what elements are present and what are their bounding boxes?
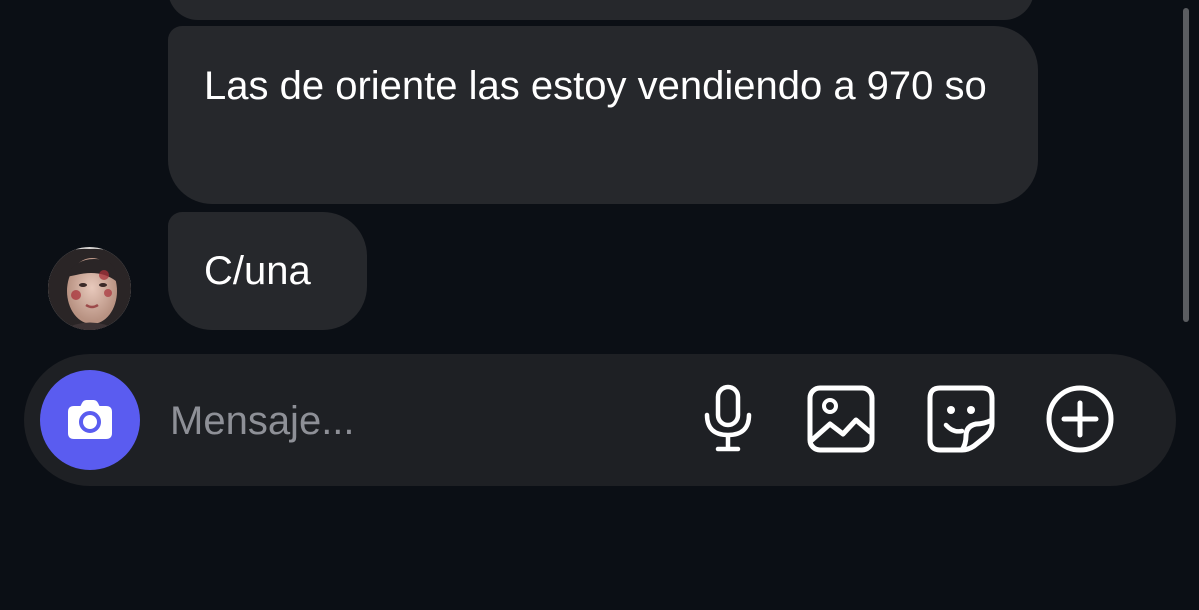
- camera-button[interactable]: [40, 370, 140, 470]
- message-text: Las de oriente las estoy vendiendo a 970…: [204, 64, 987, 108]
- gallery-button[interactable]: [806, 384, 876, 454]
- message-bubble[interactable]: C/una: [168, 212, 367, 330]
- chat-screen: Las de oriente las estoy vendiendo a 970…: [0, 0, 1199, 610]
- plus-button[interactable]: [1045, 384, 1115, 454]
- message-bubble[interactable]: Las de oriente las estoy vendiendo a 970…: [168, 26, 1038, 204]
- sticker-icon: [927, 385, 995, 453]
- sticker-button[interactable]: [926, 384, 996, 454]
- scrollbar[interactable]: [1183, 8, 1189, 322]
- avatar-image: [48, 247, 131, 330]
- plus-circle-icon: [1046, 385, 1114, 453]
- microphone-icon: [704, 384, 752, 452]
- previous-message-bubble: [168, 0, 1034, 20]
- gallery-icon: [807, 385, 875, 453]
- message-text: C/una: [204, 249, 311, 293]
- camera-icon: [68, 400, 112, 439]
- message-composer: [24, 354, 1176, 486]
- microphone-button[interactable]: [693, 384, 763, 454]
- avatar[interactable]: [48, 247, 131, 330]
- message-input[interactable]: [168, 390, 652, 452]
